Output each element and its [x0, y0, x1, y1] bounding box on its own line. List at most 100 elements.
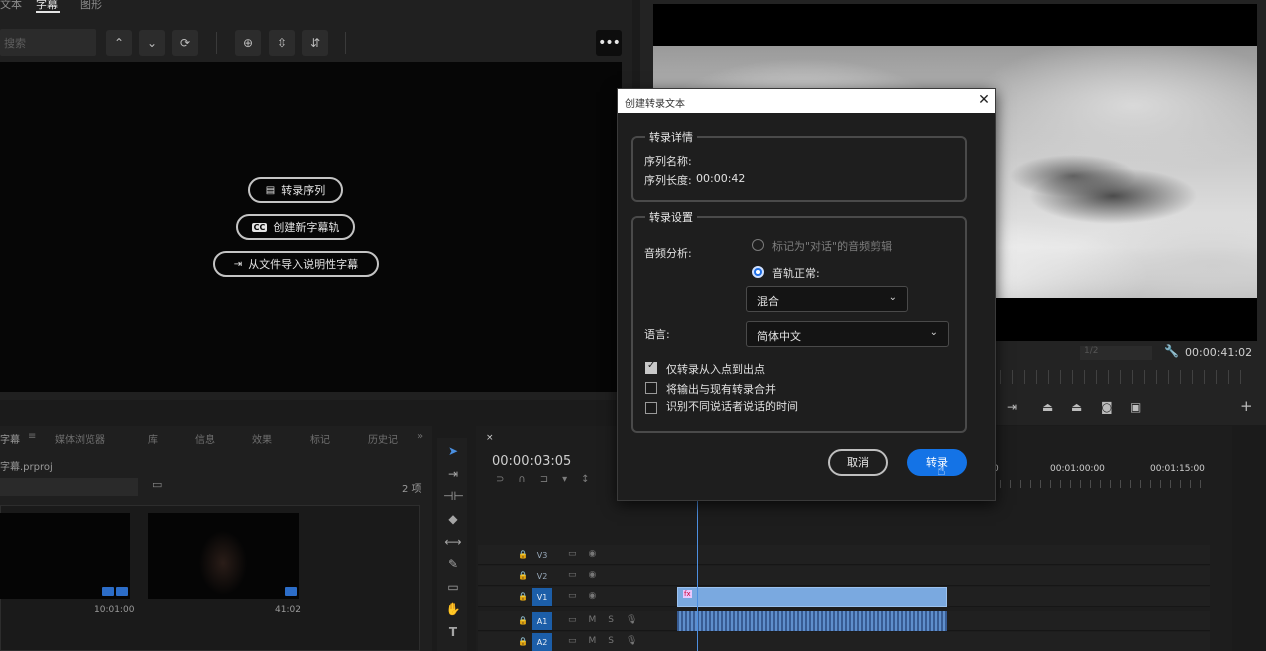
wrench-icon[interactable]: 🔧	[1164, 344, 1179, 358]
fx-badge: fx	[683, 590, 692, 598]
chevron-down-icon: ⌄	[888, 292, 897, 303]
chevron-down-icon[interactable]: ⌄	[139, 30, 165, 56]
clip-duration: 41:02	[275, 605, 301, 615]
resolution-select[interactable]: 1/2	[1080, 346, 1152, 360]
track-label-v3[interactable]: V3	[532, 546, 552, 564]
sequence-badge-icon	[116, 587, 128, 596]
rectangle-tool-icon[interactable]: ▭	[443, 580, 463, 594]
selection-tool-icon[interactable]: ➤	[443, 444, 463, 458]
playhead[interactable]	[697, 494, 698, 651]
video-badge-icon	[285, 587, 297, 596]
search-input[interactable]: 搜索	[0, 29, 96, 56]
option-track-label: 音轨正常:	[772, 267, 820, 280]
split-caption-icon[interactable]: ⇳	[269, 30, 295, 56]
merge-caption-icon[interactable]: ⇵	[302, 30, 328, 56]
razor-tool-icon[interactable]: ◆	[443, 512, 463, 526]
tab-project[interactable]: 字幕	[0, 431, 20, 446]
checkbox-in-out[interactable]	[645, 360, 657, 374]
slip-tool-icon[interactable]: ⟷	[443, 535, 463, 549]
tab-history[interactable]: 历史记	[368, 431, 398, 446]
add-caption-icon[interactable]: ⊕	[235, 30, 261, 56]
timeline-ruler[interactable]	[1000, 480, 1210, 488]
check-speakers-label: 识别不同说话者说话的时间	[666, 400, 798, 413]
check-merge-label: 将输出与现有转录合并	[666, 383, 776, 396]
tab-markers[interactable]: 标记	[310, 431, 330, 446]
track-label-v2[interactable]: V2	[532, 567, 552, 585]
option-dialogue-label: 标记为"对话"的音频剪辑	[772, 240, 893, 253]
active-tab-indicator	[36, 11, 60, 13]
details-heading: 转录详情	[645, 129, 697, 145]
track-toggle-icons[interactable]: ▭◉	[568, 570, 608, 580]
video-clip[interactable]	[677, 587, 947, 607]
clip-thumbnail[interactable]	[148, 513, 299, 599]
track-toggle-icons[interactable]: ▭MS🎙	[568, 636, 649, 646]
language-select[interactable]: 简体中文 ⌄	[746, 321, 949, 347]
compare-icon[interactable]: ▣	[1130, 400, 1141, 414]
tab-libraries[interactable]: 库	[148, 431, 158, 446]
type-tool-icon[interactable]: T	[443, 625, 463, 639]
track-label-a1[interactable]: A1	[532, 612, 552, 630]
chevron-up-icon[interactable]: ⌃	[106, 30, 132, 56]
item-count: 2 项	[402, 484, 422, 495]
language-label: 语言:	[644, 328, 670, 341]
timeline-controls[interactable]: ⊃∩⊐▾↕	[496, 474, 603, 485]
toolbar-divider	[216, 32, 217, 54]
add-button-icon[interactable]: +	[1240, 397, 1253, 415]
checkbox-speakers[interactable]	[645, 402, 657, 414]
menu-icon[interactable]: ≡	[28, 431, 36, 442]
cancel-button[interactable]: 取消	[828, 449, 888, 476]
track-mix-value: 混合	[757, 295, 779, 308]
step-forward-icon[interactable]: ⇥	[1007, 400, 1017, 414]
track-label-a2[interactable]: A2	[532, 633, 552, 651]
tab-text[interactable]: 文本	[0, 0, 22, 12]
new-bin-icon[interactable]: ▭	[152, 478, 162, 491]
pen-tool-icon[interactable]: ✎	[443, 557, 463, 571]
tab-effects[interactable]: 效果	[252, 431, 272, 446]
monitor-ruler[interactable]	[1000, 370, 1250, 384]
transcribe-sequence-button[interactable]: ▤ 转录序列	[248, 177, 343, 203]
ripple-edit-tool-icon[interactable]: ⊣⊢	[443, 489, 464, 503]
import-icon: ⇥	[233, 258, 243, 270]
chevron-right-icon[interactable]: »	[417, 431, 423, 442]
clip-duration: 10:01:00	[94, 605, 135, 615]
transcript-icon: ▤	[265, 184, 276, 196]
project-search-input[interactable]	[0, 478, 138, 496]
sync-icon[interactable]: ⟳	[172, 30, 198, 56]
sequence-badge-icon	[102, 587, 114, 596]
create-caption-track-button[interactable]: CC 创建新字幕轨	[236, 214, 355, 240]
transcribe-sequence-label: 转录序列	[281, 184, 326, 197]
import-captions-label: 从文件导入说明性字幕	[248, 258, 359, 271]
check-in-out-label: 仅转录从入点到出点	[666, 363, 765, 376]
hand-cursor-icon: ☝	[937, 463, 946, 479]
create-caption-track-label: 创建新字幕轨	[273, 221, 340, 234]
program-timecode: 00:00:41:02	[1185, 346, 1253, 359]
project-filename: 字幕.prproj	[0, 462, 53, 473]
close-icon[interactable]: ×	[486, 433, 494, 443]
track-label-v1[interactable]: V1	[532, 588, 552, 606]
radio-audio-track[interactable]	[752, 266, 764, 278]
track-toggle-icons[interactable]: ▭◉	[568, 549, 608, 559]
dialog-titlebar[interactable]: 创建转录文本 ✕	[618, 89, 995, 113]
more-options-icon[interactable]: •••	[596, 30, 622, 56]
extract-icon[interactable]: ⏏	[1071, 400, 1082, 414]
track-toggle-icons[interactable]: ▭MS🎙	[568, 615, 649, 625]
tab-media-browser[interactable]: 媒体浏览器	[55, 431, 105, 446]
camera-icon[interactable]: ◙	[1101, 400, 1113, 414]
hand-tool-icon[interactable]: ✋	[443, 602, 463, 616]
audio-clip[interactable]	[677, 611, 947, 631]
import-captions-button[interactable]: ⇥ 从文件导入说明性字幕	[213, 251, 379, 277]
ruler-time: 00:01:15:00	[1150, 464, 1205, 474]
sequence-name-label: 序列名称:	[644, 155, 692, 168]
tab-graphics[interactable]: 图形	[80, 0, 102, 12]
track-toggle-icons[interactable]: ▭◉	[568, 591, 608, 601]
track-mix-select[interactable]: 混合 ⌄	[746, 286, 908, 312]
checkbox-merge[interactable]	[645, 382, 657, 394]
language-value: 简体中文	[757, 330, 801, 343]
tab-info[interactable]: 信息	[195, 431, 215, 446]
radio-dialogue-clips[interactable]	[752, 239, 764, 251]
lift-icon[interactable]: ⏏	[1042, 400, 1053, 414]
close-icon[interactable]: ✕	[976, 92, 992, 108]
timeline-timecode[interactable]: 00:00:03:05	[492, 454, 571, 469]
track-select-tool-icon[interactable]: ⇥	[443, 467, 463, 481]
audio-analysis-label: 音频分析:	[644, 247, 692, 260]
